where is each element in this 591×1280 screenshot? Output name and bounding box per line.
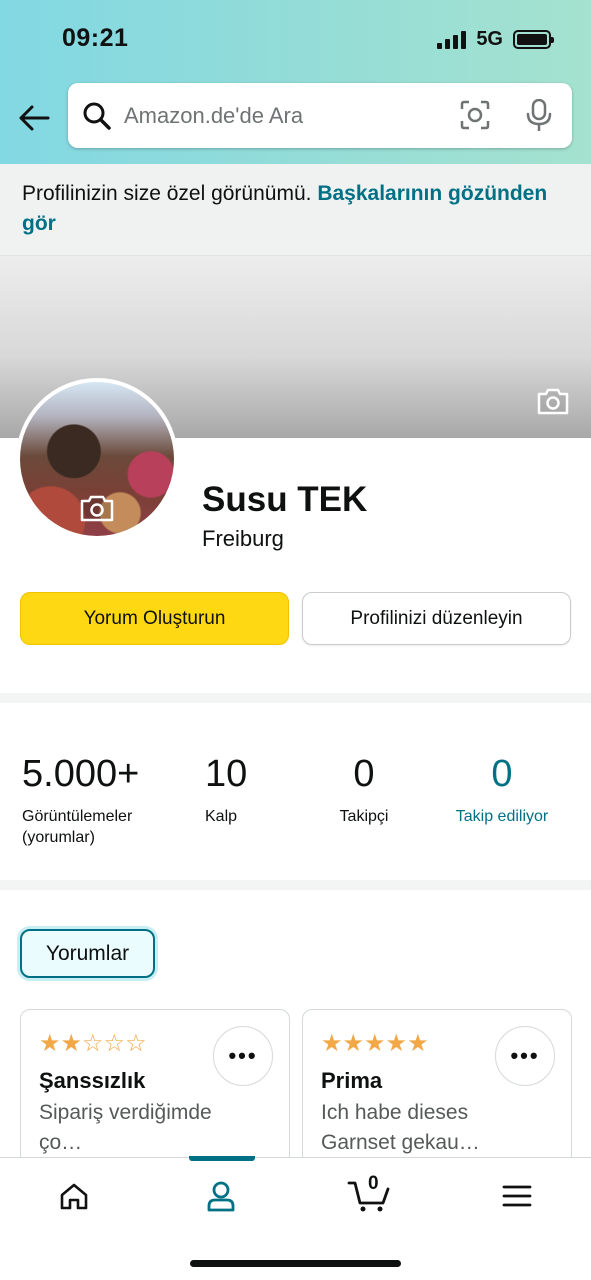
stat-following[interactable]: 0 Takip ediliyor	[451, 752, 553, 827]
ellipsis-icon: •••	[228, 1043, 258, 1068]
stat-label: Görüntülemeler (yorumlar)	[22, 808, 133, 846]
profile-view-banner: Profilinizin size özel görünümü. Başkala…	[0, 164, 591, 256]
star-rating: ★★☆☆☆	[39, 1030, 147, 1057]
search-input[interactable]	[124, 102, 424, 129]
more-options-button[interactable]: •••	[213, 1026, 273, 1086]
stat-value: 0	[491, 753, 513, 795]
review-excerpt: Sipariş verdiğimde ço…	[39, 1101, 212, 1154]
ellipsis-icon: •••	[510, 1043, 540, 1068]
section-divider	[0, 880, 591, 890]
menu-icon	[502, 1185, 532, 1207]
search-icon	[83, 102, 111, 130]
profile-location: Freiburg	[202, 526, 284, 551]
review-card[interactable]: ★★★★★ ••• Prima Ich habe dieses Garnset …	[302, 1009, 572, 1179]
profile-icon	[207, 1181, 235, 1212]
profile-name: Susu TEK	[202, 480, 368, 519]
tab-reviews[interactable]: Yorumlar	[20, 929, 155, 978]
home-icon	[60, 1183, 88, 1210]
review-title: Şanssızlık	[39, 1068, 146, 1093]
camera-icon[interactable]	[80, 494, 114, 522]
stat-label: Takipçi	[339, 808, 389, 825]
edit-profile-button[interactable]: Profilinizi düzenleyin	[302, 592, 571, 645]
avatar[interactable]	[16, 378, 178, 540]
header: 09:21 5G	[0, 0, 591, 164]
nav-menu[interactable]	[487, 1176, 547, 1216]
stat-value: 0	[353, 753, 375, 795]
nav-cart[interactable]: 0	[341, 1173, 397, 1216]
section-divider	[0, 693, 591, 703]
status-time: 09:21	[62, 24, 129, 52]
create-review-button[interactable]: Yorum Oluşturun	[20, 592, 289, 645]
nav-profile[interactable]	[191, 1176, 251, 1216]
search-bar	[68, 83, 572, 148]
cart-count: 0	[368, 1173, 379, 1194]
stat-views: 5.000+ Görüntülemeler (yorumlar)	[22, 752, 139, 848]
stat-hearts: 10 Kalp	[205, 752, 247, 827]
home-indicator	[190, 1260, 401, 1267]
banner-text: Profilinizin size özel görünümü.	[22, 182, 318, 205]
review-title: Prima	[321, 1068, 383, 1093]
stat-label: Takip ediliyor	[455, 808, 549, 825]
stat-value: 10	[205, 753, 248, 795]
camera-icon[interactable]	[537, 387, 569, 415]
star-rating: ★★★★★	[321, 1030, 429, 1057]
review-card[interactable]: ★★☆☆☆ ••• Şanssızlık Sipariş verdiğimde …	[20, 1009, 290, 1179]
bottom-navigation: 0	[0, 1156, 591, 1280]
avatar-image	[20, 382, 174, 536]
camera-search-icon[interactable]	[460, 100, 490, 130]
signal-icon	[437, 30, 467, 49]
stat-followers[interactable]: 0 Takipçi	[338, 752, 390, 827]
stat-value: 5.000+	[22, 753, 140, 795]
back-button[interactable]	[16, 100, 52, 136]
active-tab-indicator	[189, 1156, 255, 1161]
back-arrow-icon	[19, 105, 50, 131]
battery-icon	[513, 30, 554, 49]
stat-label: Kalp	[205, 808, 238, 825]
more-options-button[interactable]: •••	[495, 1026, 555, 1086]
network-type: 5G	[476, 28, 503, 50]
review-excerpt: Ich habe dieses Garnset gekau…	[321, 1101, 480, 1154]
microphone-icon[interactable]	[526, 99, 552, 131]
nav-home[interactable]	[44, 1176, 104, 1216]
status-indicators: 5G	[437, 28, 554, 51]
